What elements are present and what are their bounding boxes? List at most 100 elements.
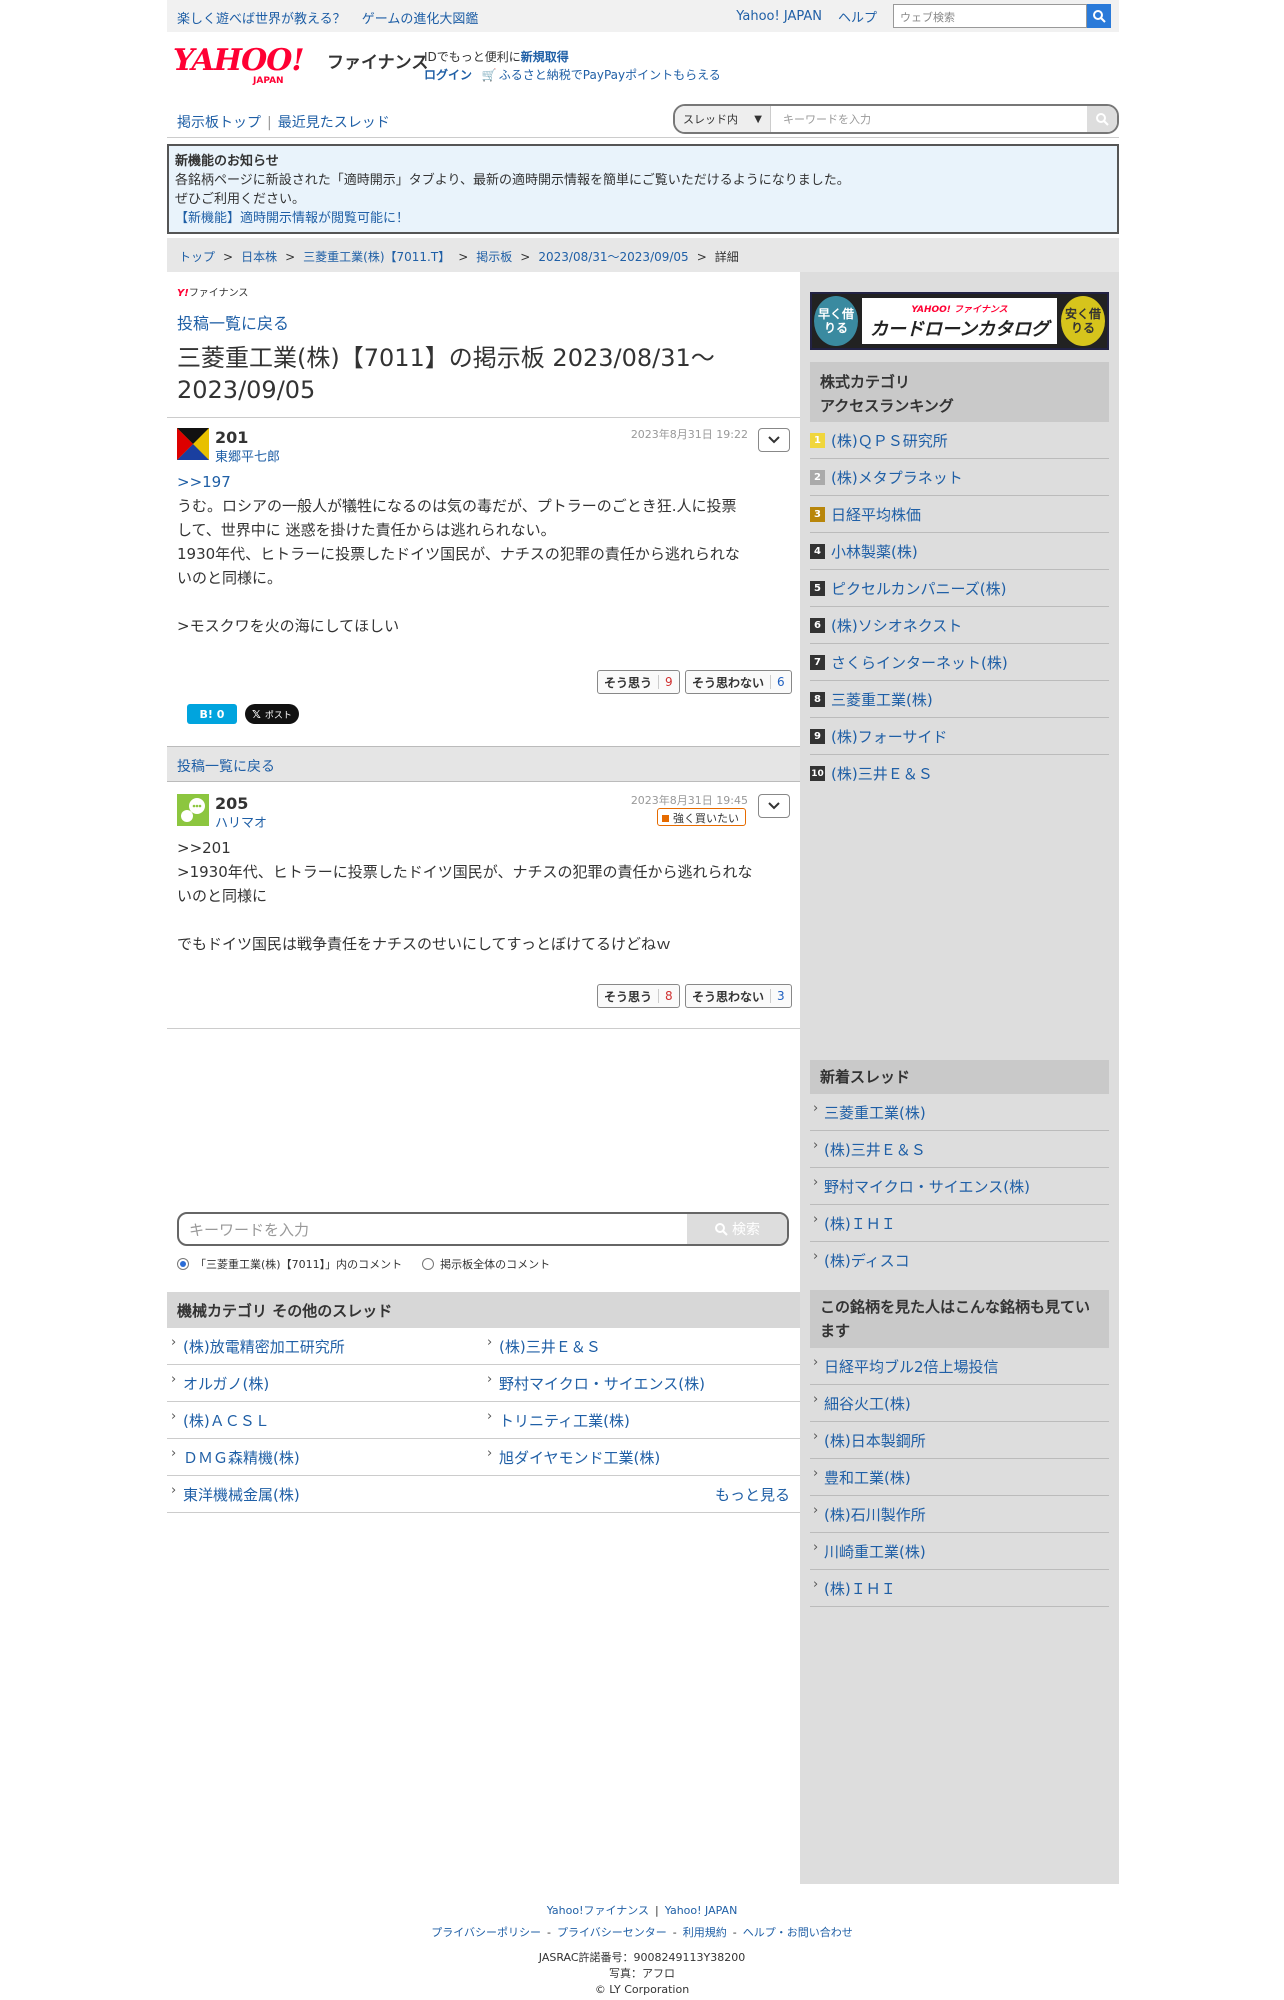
ranking-link[interactable]: さくらインターネット(株) <box>831 652 1008 673</box>
ranking-link[interactable]: ピクセルカンパニーズ(株) <box>831 578 1007 599</box>
post-205: 205 ハリマオ 2023年8月31日 19:45 強く買いたい >>201 >… <box>167 784 800 1042</box>
ranking-item[interactable]: 6 (株)ソシオネクスト <box>810 607 1109 644</box>
ranking-item[interactable]: 3 日経平均株価 <box>810 496 1109 533</box>
also-viewed-link[interactable]: (株)石川製作所 <box>810 1496 1109 1533</box>
chevron-down-icon <box>768 436 780 444</box>
help-contact-link[interactable]: ヘルプ・お問い合わせ <box>743 1926 853 1939</box>
ranking-link[interactable]: (株)ソシオネクスト <box>831 615 962 636</box>
post-anchor[interactable]: >>197 <box>177 470 789 494</box>
post-author[interactable]: 東郷平七郎 <box>215 446 280 465</box>
ranking-link[interactable]: 小林製薬(株) <box>831 541 918 562</box>
footer-yahoo-link[interactable]: Yahoo! JAPAN <box>665 1904 738 1917</box>
new-thread-link[interactable]: 三菱重工業(株) <box>810 1094 1109 1131</box>
category-thread-link[interactable]: (株)三井Ｅ＆Ｓ <box>485 1335 601 1357</box>
new-thread-link[interactable]: (株)三井Ｅ＆Ｓ <box>810 1131 1109 1168</box>
ranking-link[interactable]: (株)メタプラネット <box>831 467 963 488</box>
hatena-bookmark-button[interactable]: B! 0 <box>187 704 237 724</box>
crumb-period[interactable]: 2023/08/31〜2023/09/05 <box>538 250 688 264</box>
recent-threads-link[interactable]: 最近見たスレッド <box>278 115 390 131</box>
crumb-board[interactable]: 掲示板 <box>476 250 512 264</box>
board-top-link[interactable]: 掲示板トップ <box>177 115 261 131</box>
privacy-center-link[interactable]: プライバシーセンター <box>557 1926 667 1939</box>
yahoo-logo[interactable]: YAHOO! JAPAN <box>173 46 325 87</box>
disagree-count: 6 <box>770 675 791 689</box>
category-thread-link[interactable]: (株)ＡＣＳＬ <box>169 1409 270 1431</box>
thread-search-input[interactable]: キーワードを入力 <box>771 111 1087 127</box>
finance-label[interactable]: ファイナンス <box>327 48 428 73</box>
back-to-list-link[interactable]: 投稿一覧に戻る <box>177 310 289 334</box>
web-search-button[interactable] <box>1087 4 1111 28</box>
disagree-button[interactable]: そう思わない 3 <box>685 984 792 1008</box>
sentiment-dot-icon <box>662 815 669 822</box>
rank-badge: 5 <box>810 580 825 596</box>
also-viewed-link[interactable]: (株)ＩＨＩ <box>810 1570 1109 1607</box>
radio-whole-board[interactable] <box>422 1258 435 1270</box>
yahoo-japan-link[interactable]: Yahoo! JAPAN <box>736 9 822 24</box>
radio-this-thread[interactable] <box>177 1258 189 1270</box>
help-link[interactable]: ヘルプ <box>838 7 877 26</box>
login-link[interactable]: ログイン <box>424 68 472 82</box>
category-row: ＤＭＧ森精機(株) 旭ダイヤモンド工業(株) <box>167 1439 800 1476</box>
category-thread-link[interactable]: ＤＭＧ森精機(株) <box>169 1446 300 1468</box>
promo-link-2[interactable]: ゲームの進化大図鑑 <box>362 12 479 27</box>
post-menu-button[interactable] <box>758 428 790 452</box>
new-thread-link[interactable]: (株)ＩＨＩ <box>810 1205 1109 1242</box>
new-thread-link[interactable]: (株)ディスコ <box>810 1242 1109 1279</box>
agree-button[interactable]: そう思う 8 <box>597 984 680 1008</box>
category-thread-link[interactable]: トリニティ工業(株) <box>485 1409 630 1431</box>
post-date: 2023年8月31日 19:22 <box>630 428 748 441</box>
furusato-link[interactable]: ふるさと納税でPayPayポイントもらえる <box>499 68 721 82</box>
copyright: © LY Corporation <box>594 1983 690 1996</box>
also-viewed-link[interactable]: 川崎重工業(株) <box>810 1533 1109 1570</box>
also-viewed-link[interactable]: 細谷火工(株) <box>810 1385 1109 1422</box>
x-post-button[interactable]: 𝕏 ポスト <box>245 704 299 724</box>
post-menu-button[interactable] <box>758 794 790 818</box>
ranking-link[interactable]: (株)ＱＰＳ研究所 <box>831 430 948 451</box>
ranking-item[interactable]: 8 三菱重工業(株) <box>810 681 1109 718</box>
crumb-japan-stocks[interactable]: 日本株 <box>241 250 277 264</box>
ranking-item[interactable]: 7 さくらインターネット(株) <box>810 644 1109 681</box>
ranking-item[interactable]: 2 (株)メタプラネット <box>810 459 1109 496</box>
crumb-stock[interactable]: 三菱重工業(株)【7011.T】 <box>303 250 450 264</box>
ranking-item[interactable]: 1 (株)ＱＰＳ研究所 <box>810 422 1109 459</box>
agree-button[interactable]: そう思う 9 <box>597 670 680 694</box>
signup-link[interactable]: 新規取得 <box>521 50 569 64</box>
ranking-item[interactable]: 9 (株)フォーサイド <box>810 718 1109 755</box>
also-viewed-link[interactable]: 豊和工業(株) <box>810 1459 1109 1496</box>
footer-finance-link[interactable]: Yahoo!ファイナンス <box>547 1904 649 1917</box>
card-loan-banner[interactable]: 早く借りる YAHOO! ファイナンス カードローンカタログ 安く借りる <box>810 292 1109 350</box>
category-thread-link[interactable]: オルガノ(株) <box>169 1372 269 1394</box>
category-thread-link[interactable]: 東洋機械金属(株) <box>169 1483 300 1505</box>
new-thread-link[interactable]: 野村マイクロ・サイエンス(株) <box>810 1168 1109 1205</box>
category-thread-link[interactable]: (株)放電精密加工研究所 <box>169 1335 345 1357</box>
notice-link[interactable]: 【新機能】適時開示情報が閲覧可能に！ <box>175 209 1111 228</box>
category-thread-link[interactable]: 旭ダイヤモンド工業(株) <box>485 1446 660 1468</box>
category-thread-link[interactable]: 野村マイクロ・サイエンス(株) <box>485 1372 705 1394</box>
privacy-policy-link[interactable]: プライバシーポリシー <box>431 1926 541 1939</box>
search-button-label: 検索 <box>732 1222 760 1238</box>
terms-link[interactable]: 利用規約 <box>683 1926 727 1939</box>
promo-link-1[interactable]: 楽しく遊べば世界が教える？ <box>177 12 346 27</box>
crumb-top[interactable]: トップ <box>179 250 215 264</box>
reply-anchor-link[interactable]: >>197 <box>177 473 231 491</box>
ranking-link[interactable]: (株)フォーサイド <box>831 726 947 747</box>
ranking-link[interactable]: 日経平均株価 <box>831 504 921 525</box>
ranking-item[interactable]: 4 小林製薬(株) <box>810 533 1109 570</box>
ranking-link[interactable]: (株)三井Ｅ＆Ｓ <box>831 763 933 784</box>
top-promo-links: 楽しく遊べば世界が教える？ ゲームの進化大図鑑 <box>177 8 490 27</box>
web-search-input[interactable]: ウェブ検索 <box>893 4 1087 28</box>
ranking-link[interactable]: 三菱重工業(株) <box>831 689 933 710</box>
back-to-list-link-2[interactable]: 投稿一覧に戻る <box>177 759 275 775</box>
disagree-button[interactable]: そう思わない 6 <box>685 670 792 694</box>
comment-search-button[interactable]: 検索 <box>687 1214 787 1244</box>
also-viewed-link[interactable]: (株)日本製鋼所 <box>810 1422 1109 1459</box>
ranking-item[interactable]: 10 (株)三井Ｅ＆Ｓ <box>810 755 1109 792</box>
also-viewed-link[interactable]: 日経平均ブル2倍上場投信 <box>810 1348 1109 1385</box>
ranking-item[interactable]: 5 ピクセルカンパニーズ(株) <box>810 570 1109 607</box>
post-author[interactable]: ハリマオ <box>215 812 267 831</box>
search-scope-select[interactable]: スレッド内 ▼ <box>675 106 771 132</box>
comment-search-input[interactable]: キーワードを入力 <box>179 1219 687 1240</box>
more-threads-link[interactable]: もっと見る <box>715 1484 790 1505</box>
thread-search-button[interactable] <box>1087 106 1117 132</box>
back-to-list-bar[interactable]: 投稿一覧に戻る <box>167 746 800 782</box>
